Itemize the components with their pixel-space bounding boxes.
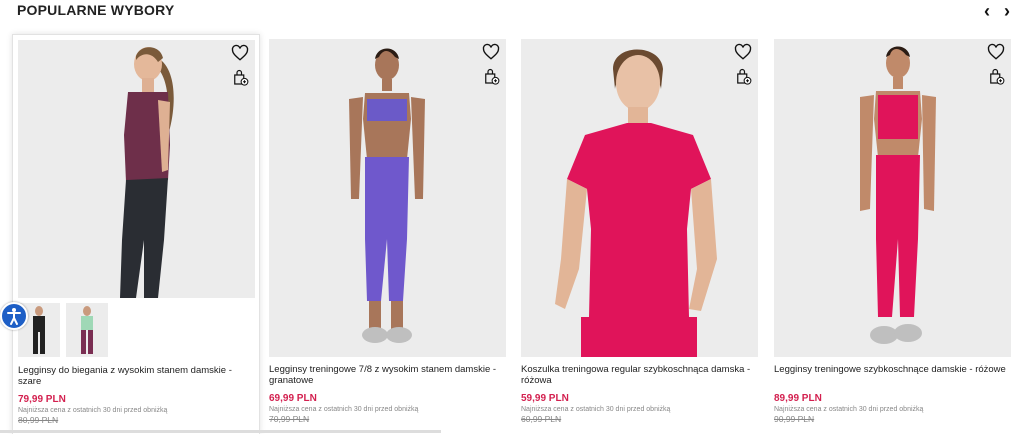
product-name[interactable]: Legginsy do biegania z wysokim stanem da…: [18, 365, 256, 387]
wishlist-heart-icon[interactable]: [231, 44, 249, 62]
lowest-price-note: Najniższa cena z ostatnich 30 dni przed …: [18, 407, 168, 414]
add-to-cart-icon[interactable]: [987, 68, 1005, 86]
product-card[interactable]: Legginsy treningowe 7/8 z wysokim stanem…: [264, 34, 510, 433]
lowest-price-note: Najniższa cena z ostatnich 30 dni przed …: [521, 406, 671, 413]
wishlist-heart-icon[interactable]: [482, 43, 500, 61]
product-image[interactable]: [269, 39, 506, 357]
prev-arrow-button[interactable]: ‹: [984, 2, 990, 20]
product-price: 89,99 PLN: [774, 393, 822, 404]
product-name[interactable]: Legginsy treningowe szybkoschnące damski…: [774, 364, 1012, 375]
wishlist-heart-icon[interactable]: [734, 43, 752, 61]
product-card[interactable]: Legginsy do biegania z wysokim stanem da…: [12, 34, 260, 434]
section-title: POPULARNE WYBORY: [17, 2, 175, 18]
product-image[interactable]: [774, 39, 1011, 357]
product-name[interactable]: Koszulka treningowa regular szybkoschnąc…: [521, 364, 759, 386]
old-price: 80,99 PLN: [18, 415, 59, 425]
product-image[interactable]: [18, 40, 255, 298]
old-price: 90,99 PLN: [774, 414, 815, 424]
product-name[interactable]: Legginsy treningowe 7/8 z wysokim stanem…: [269, 364, 507, 386]
product-price: 69,99 PLN: [269, 393, 317, 404]
add-to-cart-icon[interactable]: [231, 69, 249, 87]
product-card[interactable]: Legginsy treningowe szybkoschnące damski…: [769, 34, 1015, 433]
product-image[interactable]: [521, 39, 758, 357]
product-price: 59,99 PLN: [521, 393, 569, 404]
next-arrow-button[interactable]: ›: [1004, 2, 1010, 20]
lowest-price-note: Najniższa cena z ostatnich 30 dni przed …: [269, 406, 419, 413]
product-card[interactable]: Koszulka treningowa regular szybkoschnąc…: [516, 34, 762, 433]
lowest-price-note: Najniższa cena z ostatnich 30 dni przed …: [774, 406, 924, 413]
product-price: 79,99 PLN: [18, 394, 66, 405]
thumbnail-variant-mint[interactable]: [66, 303, 108, 357]
accessibility-icon: [7, 308, 21, 325]
old-price: 60,99 PLN: [521, 414, 562, 424]
add-to-cart-icon[interactable]: [482, 68, 500, 86]
accessibility-button[interactable]: [0, 302, 28, 330]
old-price: 70,99 PLN: [269, 414, 310, 424]
wishlist-heart-icon[interactable]: [987, 43, 1005, 61]
add-to-cart-icon[interactable]: [734, 68, 752, 86]
